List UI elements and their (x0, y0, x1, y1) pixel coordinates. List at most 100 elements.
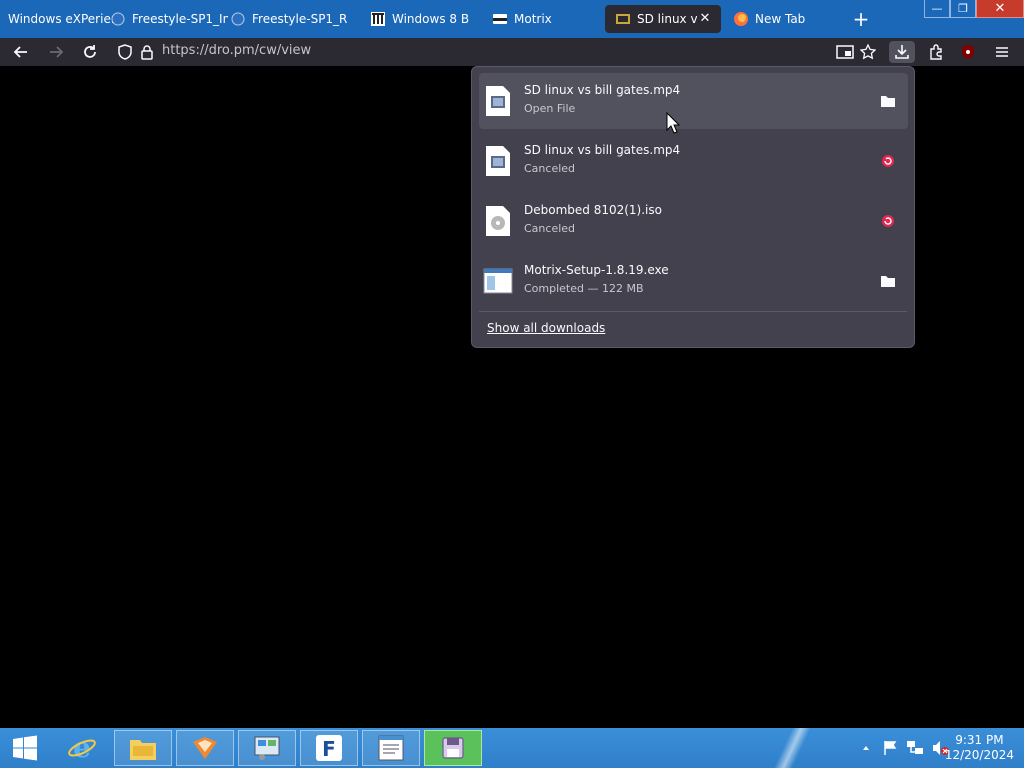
download-status: Open File (524, 102, 576, 115)
tab-freestyle-rea[interactable]: Freestyle-SP1_REA (230, 5, 348, 33)
motrix-icon (492, 11, 508, 27)
freestyle-icon (110, 11, 126, 27)
folder-icon[interactable] (880, 273, 896, 289)
download-status: Canceled (524, 222, 576, 235)
download-item[interactable]: Debombed 8102(1).iso Canceled (479, 193, 908, 249)
url-bar[interactable]: https://dro.pm/cw/view (162, 43, 311, 58)
exe-file-icon (483, 265, 513, 297)
tab-new-tab[interactable]: New Tab (733, 5, 833, 33)
restore-button[interactable]: ❐ (950, 0, 976, 18)
clock-date: 12/20/2024 (944, 748, 1014, 762)
svg-text:e: e (73, 733, 91, 763)
download-icon (895, 45, 909, 59)
downloads-button[interactable] (889, 41, 915, 63)
folder-icon[interactable] (880, 93, 896, 109)
chevron-up-icon (863, 746, 869, 750)
picture-in-picture-button[interactable] (834, 41, 856, 63)
tab-label: Freestyle-SP1_REA (252, 12, 348, 26)
clock[interactable]: 9:31 PM 12/20/2024 (945, 733, 1014, 763)
disc-image-file-icon (485, 205, 511, 237)
tab-label: Motrix (514, 12, 552, 26)
extensions-button[interactable] (925, 41, 947, 63)
retry-icon[interactable] (880, 153, 896, 169)
video-file-icon (485, 85, 511, 117)
tab-label: Windows eXPerience (8, 12, 116, 26)
download-status: Completed — 122 MB (524, 282, 644, 295)
hamburger-menu-icon (996, 47, 1008, 57)
mouse-cursor-icon (666, 111, 681, 138)
tab-windows-8[interactable]: Windows 8 Bu (370, 5, 470, 33)
tab-label: New Tab (755, 12, 806, 26)
retry-icon[interactable] (880, 213, 896, 229)
network-icon[interactable] (906, 740, 924, 756)
show-hidden-icons-button[interactable] (861, 740, 871, 756)
menu-button[interactable] (991, 41, 1013, 63)
ublock-icon (962, 45, 974, 59)
tab-freestyle-inter[interactable]: Freestyle-SP1_Inter (110, 5, 228, 33)
internet-explorer-icon: e (68, 733, 96, 763)
download-filename: Debombed 8102(1).iso (524, 203, 662, 217)
lock-icon (141, 45, 153, 60)
taskbar: e F 9:31 PM 12/20/2024 (0, 728, 1024, 768)
download-item[interactable]: SD linux vs bill gates.mp4 Open File (479, 73, 908, 129)
back-button[interactable] (10, 41, 32, 63)
internet-explorer-taskbar[interactable]: e (53, 730, 111, 766)
panel-separator (479, 311, 907, 312)
tracking-protection-button[interactable] (114, 41, 136, 63)
disk-app-taskbar[interactable] (424, 730, 482, 766)
clock-time: 9:31 PM (955, 733, 1004, 747)
show-all-downloads-button[interactable]: Show all downloads (487, 321, 605, 335)
start-icon (13, 735, 37, 761)
forward-arrow-icon (50, 46, 64, 58)
video-icon (615, 11, 631, 27)
filezilla-icon: F (316, 735, 342, 761)
minimize-button[interactable]: — (924, 0, 950, 18)
tab-motrix[interactable]: Motrix (492, 5, 592, 33)
firefox-icon (733, 11, 749, 27)
bookmark-button[interactable] (857, 41, 879, 63)
download-filename: SD linux vs bill gates.mp4 (524, 83, 681, 97)
freestyle-icon (230, 11, 246, 27)
notepad-taskbar[interactable] (362, 730, 420, 766)
firefox-icon (193, 737, 217, 759)
new-tab-button[interactable]: + (851, 9, 871, 29)
notepad-icon (378, 735, 404, 761)
tab-strip: Windows eXPerience Freestyle-SP1_Inter F… (0, 0, 1024, 38)
close-window-button[interactable]: ✕ (976, 0, 1024, 18)
reload-icon (84, 45, 96, 58)
filezilla-taskbar[interactable]: F (300, 730, 358, 766)
shield-icon (118, 44, 132, 60)
site-info-button[interactable] (136, 41, 158, 63)
tab-label: Windows 8 Bu (392, 12, 470, 26)
action-center-icon[interactable] (882, 740, 898, 756)
taskbar-decoration (760, 728, 820, 768)
control-panel-icon (254, 736, 280, 760)
navigation-toolbar: https://dro.pm/cw/view (0, 38, 1024, 66)
tab-label: Freestyle-SP1_Inter (132, 12, 228, 26)
forward-button[interactable] (45, 41, 67, 63)
reload-button[interactable] (79, 41, 101, 63)
download-filename: SD linux vs bill gates.mp4 (524, 143, 681, 157)
download-item[interactable]: Motrix-Setup-1.8.19.exe Completed — 122 … (479, 253, 908, 309)
downloads-panel: SD linux vs bill gates.mp4 Open File SD … (471, 66, 915, 348)
museum-icon (370, 11, 386, 27)
file-explorer-taskbar[interactable] (114, 730, 172, 766)
back-arrow-icon (13, 46, 27, 58)
tab-label: SD linux vs b (637, 12, 697, 26)
window-controls: — ❐ ✕ (924, 0, 1024, 20)
tab-sd-linux-active[interactable]: SD linux vs b ✕ (605, 5, 721, 33)
start-button[interactable] (0, 730, 50, 766)
download-filename: Motrix-Setup-1.8.19.exe (524, 263, 669, 277)
disk-icon (442, 737, 464, 759)
svg-text:F: F (322, 737, 336, 761)
puzzle-icon (930, 44, 942, 60)
control-panel-taskbar[interactable] (238, 730, 296, 766)
firefox-taskbar[interactable] (176, 730, 234, 766)
video-file-icon (485, 145, 511, 177)
ublock-button[interactable] (957, 41, 979, 63)
picture-in-picture-icon (836, 45, 854, 59)
download-item[interactable]: SD linux vs bill gates.mp4 Canceled (479, 133, 908, 189)
file-explorer-icon (130, 740, 156, 760)
tab-windows-experience[interactable]: Windows eXPerience (8, 5, 116, 33)
close-tab-icon[interactable]: ✕ (697, 11, 713, 27)
